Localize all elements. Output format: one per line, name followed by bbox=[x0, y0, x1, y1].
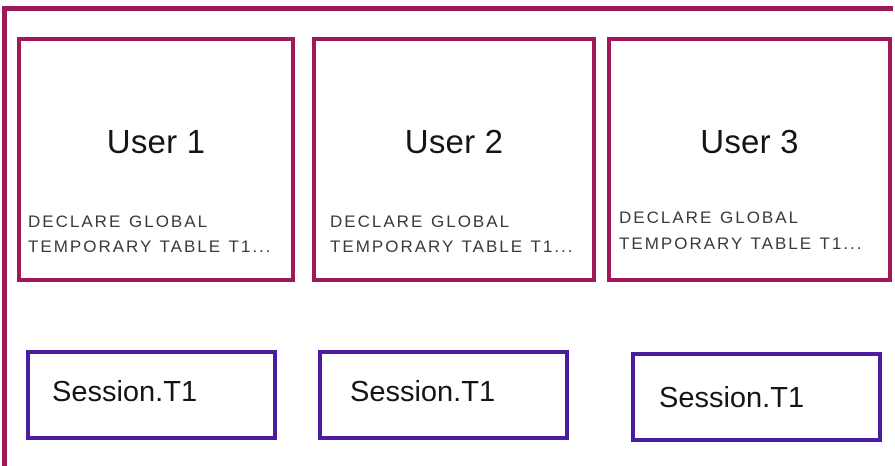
user-sql-line1-3: DECLARE GLOBAL bbox=[619, 208, 801, 227]
session-label-1: Session.T1 bbox=[52, 376, 198, 408]
session-box-1: Session.T1 bbox=[26, 350, 277, 440]
user-sql-line1-1: DECLARE GLOBAL bbox=[28, 212, 210, 231]
user-box-1: User 1 DECLARE GLOBAL TEMPORARY TABLE T1… bbox=[17, 37, 295, 282]
session-label-3: Session.T1 bbox=[659, 382, 805, 414]
user-title-1: User 1 bbox=[106, 123, 206, 160]
session-box-3: Session.T1 bbox=[631, 352, 882, 442]
user-sql-line2-1: TEMPORARY TABLE T1... bbox=[28, 237, 273, 256]
user-sql-line1-2: DECLARE GLOBAL bbox=[330, 212, 512, 231]
user-sql-line2-2: TEMPORARY TABLE T1... bbox=[330, 237, 575, 256]
session-label-2: Session.T1 bbox=[350, 376, 496, 408]
session-box-2: Session.T1 bbox=[318, 350, 569, 440]
user-sql-line2-3: TEMPORARY TABLE T1... bbox=[619, 234, 864, 253]
user-box-3: User 3 DECLARE GLOBAL TEMPORARY TABLE T1… bbox=[607, 37, 892, 282]
user-title-3: User 3 bbox=[700, 123, 799, 160]
user-box-2: User 2 DECLARE GLOBAL TEMPORARY TABLE T1… bbox=[312, 37, 596, 282]
user-title-2: User 2 bbox=[404, 123, 504, 160]
